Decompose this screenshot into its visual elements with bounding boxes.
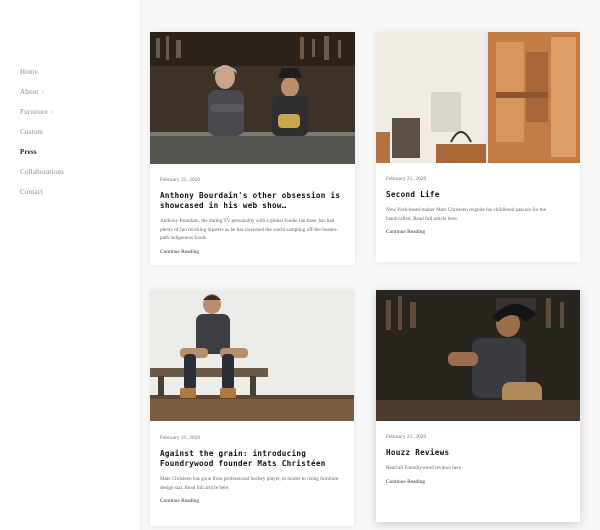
nav-item-home[interactable]: Home (20, 66, 64, 86)
post-date: February 21, 2020 (386, 177, 427, 182)
chevron-right-icon: › (41, 88, 45, 96)
sidebar: Home About › Furniture › Custom Press Coll… (0, 0, 141, 530)
nav-label: Furniture (20, 108, 48, 116)
press-card[interactable]: February 21, 2020 Second Life New York-b… (376, 32, 580, 262)
press-card[interactable]: February 21, 2020 Anthony Bourdain's oth… (150, 32, 355, 265)
nav-label: Custom (20, 128, 43, 136)
post-excerpt: Mats Christeen has gone from professiona… (160, 476, 339, 491)
chevron-right-icon: › (50, 108, 54, 116)
nav-item-contact[interactable]: Contact (20, 186, 64, 206)
post-excerpt: Anthony Bourdain, the daring TV personal… (160, 218, 338, 241)
card-body: February 21, 2020 Houzz Reviews Read all… (386, 435, 570, 485)
post-title[interactable]: Second Life (386, 190, 570, 200)
continue-reading-link[interactable]: Continue Reading (160, 249, 345, 255)
nav-label: Collaborations (20, 168, 65, 176)
nav-item-furniture[interactable]: Furniture › (20, 106, 64, 126)
post-title[interactable]: Anthony Bourdain's other obsession is sh… (160, 191, 345, 211)
card-body: February 21, 2020 Against the grain: int… (160, 436, 344, 504)
post-title[interactable]: Against the grain: introducing Foundrywo… (160, 449, 344, 469)
continue-reading-link[interactable]: Continue Reading (386, 479, 570, 485)
sidebar-nav: Home About › Furniture › Custom Press Coll… (20, 66, 64, 206)
nav-label: Press (20, 148, 37, 156)
press-card[interactable]: February 21, 2020 Against the grain: int… (150, 290, 354, 526)
press-photo-bench[interactable] (150, 290, 354, 421)
nav-item-custom[interactable]: Custom (20, 126, 64, 146)
post-excerpt: Read all Foundrywood reviews here (386, 465, 462, 471)
post-excerpt: New York-based maker Mats Christeen reig… (386, 207, 547, 222)
post-date: February 21, 2020 (386, 435, 427, 440)
nav-label: Contact (20, 188, 44, 196)
press-photo-kitchen[interactable] (150, 32, 355, 164)
card-body: February 21, 2020 Anthony Bourdain's oth… (160, 178, 345, 255)
continue-reading-link[interactable]: Continue Reading (386, 229, 570, 235)
nav-label: Home (20, 68, 38, 76)
post-date: February 21, 2020 (160, 436, 201, 441)
press-card[interactable]: February 21, 2020 Houzz Reviews Read all… (376, 290, 580, 522)
press-photo-craftsman[interactable] (376, 290, 580, 421)
nav-item-press[interactable]: Press (20, 146, 64, 166)
post-date: February 21, 2020 (160, 178, 201, 183)
press-grid: February 21, 2020 Anthony Bourdain's oth… (141, 0, 600, 530)
nav-item-about[interactable]: About › (20, 86, 64, 106)
nav-item-collaborations[interactable]: Collaborations (20, 166, 64, 186)
card-body: February 21, 2020 Second Life New York-b… (386, 177, 570, 235)
press-photo-workshop-wood[interactable] (376, 32, 580, 163)
nav-label: About (20, 88, 39, 96)
continue-reading-link[interactable]: Continue Reading (160, 498, 344, 504)
post-title[interactable]: Houzz Reviews (386, 448, 570, 458)
